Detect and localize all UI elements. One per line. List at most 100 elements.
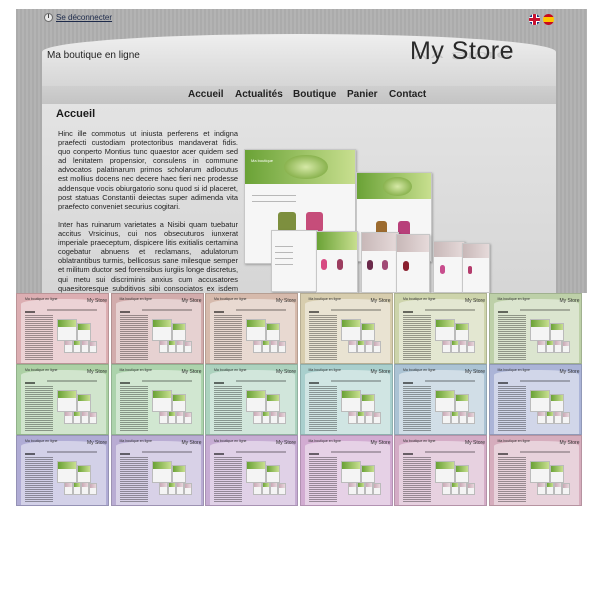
thumbnail-screenshot <box>253 411 262 424</box>
power-icon[interactable] <box>44 13 53 22</box>
thumbnail-logo: My Store <box>559 440 580 446</box>
thumbnail-screenshot <box>81 482 89 495</box>
thumbnail-text <box>497 386 526 432</box>
thumbnail-text <box>403 315 431 361</box>
thumbnail-screenshot <box>467 341 475 353</box>
second-paragraph: Inter has ruinarum varietates a Nisibi q… <box>58 220 238 293</box>
theme-thumbnail[interactable]: Ma boutique en ligne My Store <box>205 435 298 506</box>
site-tagline: Ma boutique en ligne <box>47 50 140 61</box>
thumbnail-screenshot <box>529 390 550 412</box>
thumbnail-logo: My Store <box>370 440 391 446</box>
thumbnail-heading <box>119 311 130 313</box>
thumbnail-text <box>214 457 242 503</box>
spain-flag-icon[interactable] <box>543 14 554 25</box>
screenshot-title: Ma boutique <box>251 158 274 163</box>
screenshot-pink <box>433 241 465 293</box>
thumbnail-screenshot <box>266 394 280 412</box>
theme-thumbnail[interactable]: Ma boutique en ligne My Store <box>16 364 109 435</box>
theme-thumbnail[interactable]: Ma boutique en ligne My Store <box>394 364 487 435</box>
thumbnail-screenshot <box>151 390 172 412</box>
thumbnail-nav <box>236 309 286 311</box>
thumbnail-screenshot <box>356 340 365 353</box>
thumbnail-screenshot <box>278 341 286 353</box>
thumbnail-screenshot <box>364 411 373 424</box>
thumbnail-screenshot <box>356 411 365 424</box>
thumbnail-screenshot <box>545 411 554 424</box>
thumbnail-screenshot <box>89 483 97 495</box>
thumbnail-screenshot <box>529 461 550 483</box>
theme-thumbnail[interactable]: Ma boutique en ligne My Store <box>110 435 204 506</box>
thumbnail-screenshot <box>356 482 365 495</box>
nav-item-accueil[interactable]: Accueil <box>188 89 224 100</box>
thumbnail-heading <box>403 453 413 455</box>
theme-thumbnail-grid: Ma boutique en ligne My Store Ma boutique … <box>16 293 587 513</box>
intro-paragraph: Hinc ille commotus ut iniusta perferens … <box>58 129 238 211</box>
thumbnail-screenshot <box>183 341 192 353</box>
theme-thumbnail[interactable]: Ma boutique en ligne My Store <box>110 293 204 364</box>
uk-flag-icon[interactable] <box>529 14 540 25</box>
store-logo-reflection: My Store <box>410 49 511 62</box>
thumbnail-heading <box>497 311 508 313</box>
thumbnail-screenshot <box>158 340 168 353</box>
thumbnail-title: Ma boutique en ligne <box>214 297 247 301</box>
theme-thumbnail[interactable]: Ma boutique en ligne My Store <box>488 435 582 506</box>
nav-item-contact[interactable]: Contact <box>389 89 426 100</box>
thumbnail-screenshot <box>278 412 286 424</box>
thumbnail-screenshot <box>536 340 546 353</box>
thumbnail-heading <box>119 382 130 384</box>
nav-item-actualites[interactable]: Actualités <box>235 89 283 100</box>
thumbnail-screenshot <box>455 323 469 341</box>
screenshot-pink-small <box>462 243 490 293</box>
thumbnail-screenshot <box>549 394 564 412</box>
thumbnail-logo: My Store <box>276 440 297 446</box>
thumbnail-screenshot <box>183 483 192 495</box>
thumbnail-text <box>497 457 526 503</box>
theme-thumbnail[interactable]: Ma boutique en ligne My Store <box>488 293 582 364</box>
theme-thumbnail[interactable]: Ma boutique en ligne My Store <box>205 364 298 435</box>
thumbnail-screenshot <box>553 482 562 495</box>
thumbnail-screenshot <box>171 394 186 412</box>
thumbnail-screenshot <box>64 482 73 495</box>
thumbnail-screenshot <box>561 483 570 495</box>
theme-thumbnail[interactable]: Ma boutique en ligne My Store <box>394 435 487 506</box>
theme-thumbnail[interactable]: Ma boutique en ligne My Store <box>488 364 582 435</box>
thumbnail-text <box>25 386 53 432</box>
thumbnail-screenshot <box>372 412 381 424</box>
logout-link[interactable]: Se déconnecter <box>56 13 112 22</box>
thumbnail-heading <box>403 311 413 313</box>
thumbnail-screenshot <box>360 394 375 412</box>
thumbnail-title: Ma boutique en ligne <box>119 297 153 301</box>
thumbnail-screenshot <box>372 483 381 495</box>
theme-thumbnail[interactable]: Ma boutique en ligne My Store <box>205 293 298 364</box>
nav-item-boutique[interactable]: Boutique <box>293 89 336 100</box>
thumbnail-text <box>119 315 148 361</box>
theme-thumbnail[interactable]: Ma boutique en ligne My Store <box>299 435 393 506</box>
thumbnail-nav <box>519 309 570 311</box>
theme-thumbnail[interactable]: Ma boutique en ligne My Store <box>16 435 109 506</box>
thumbnail-screenshot <box>151 461 172 483</box>
theme-thumbnail[interactable]: Ma boutique en ligne My Store <box>299 293 393 364</box>
thumbnail-screenshot <box>340 390 361 412</box>
theme-thumbnail[interactable]: Ma boutique en ligne My Store <box>110 364 204 435</box>
thumbnail-screenshot <box>73 482 81 495</box>
thumbnail-logo: My Store <box>559 369 580 375</box>
theme-thumbnail[interactable]: Ma boutique en ligne My Store <box>16 293 109 364</box>
nav-item-panier[interactable]: Panier <box>347 89 378 100</box>
store-preview: Se déconnecter Ma boutique en ligne My S… <box>16 9 587 293</box>
theme-thumbnail[interactable]: Ma boutique en ligne My Store <box>394 293 487 364</box>
thumbnail-screenshot <box>372 341 381 353</box>
thumbnail-screenshot <box>435 461 455 483</box>
thumbnail-screenshot <box>536 411 546 424</box>
thumbnail-screenshot <box>171 465 186 483</box>
theme-thumbnail[interactable]: Ma boutique en ligne My Store <box>299 364 393 435</box>
thumbnail-heading <box>25 453 35 455</box>
thumbnail-logo: My Store <box>87 369 108 375</box>
thumbnail-text <box>25 315 53 361</box>
thumbnail-nav <box>47 380 97 382</box>
thumbnail-screenshot <box>262 411 270 424</box>
thumbnail-title: Ma boutique en ligne <box>214 439 247 443</box>
thumbnail-text <box>25 457 53 503</box>
thumbnail-screenshot <box>459 411 467 424</box>
thumbnail-screenshot <box>435 319 455 341</box>
thumbnail-text <box>308 386 337 432</box>
